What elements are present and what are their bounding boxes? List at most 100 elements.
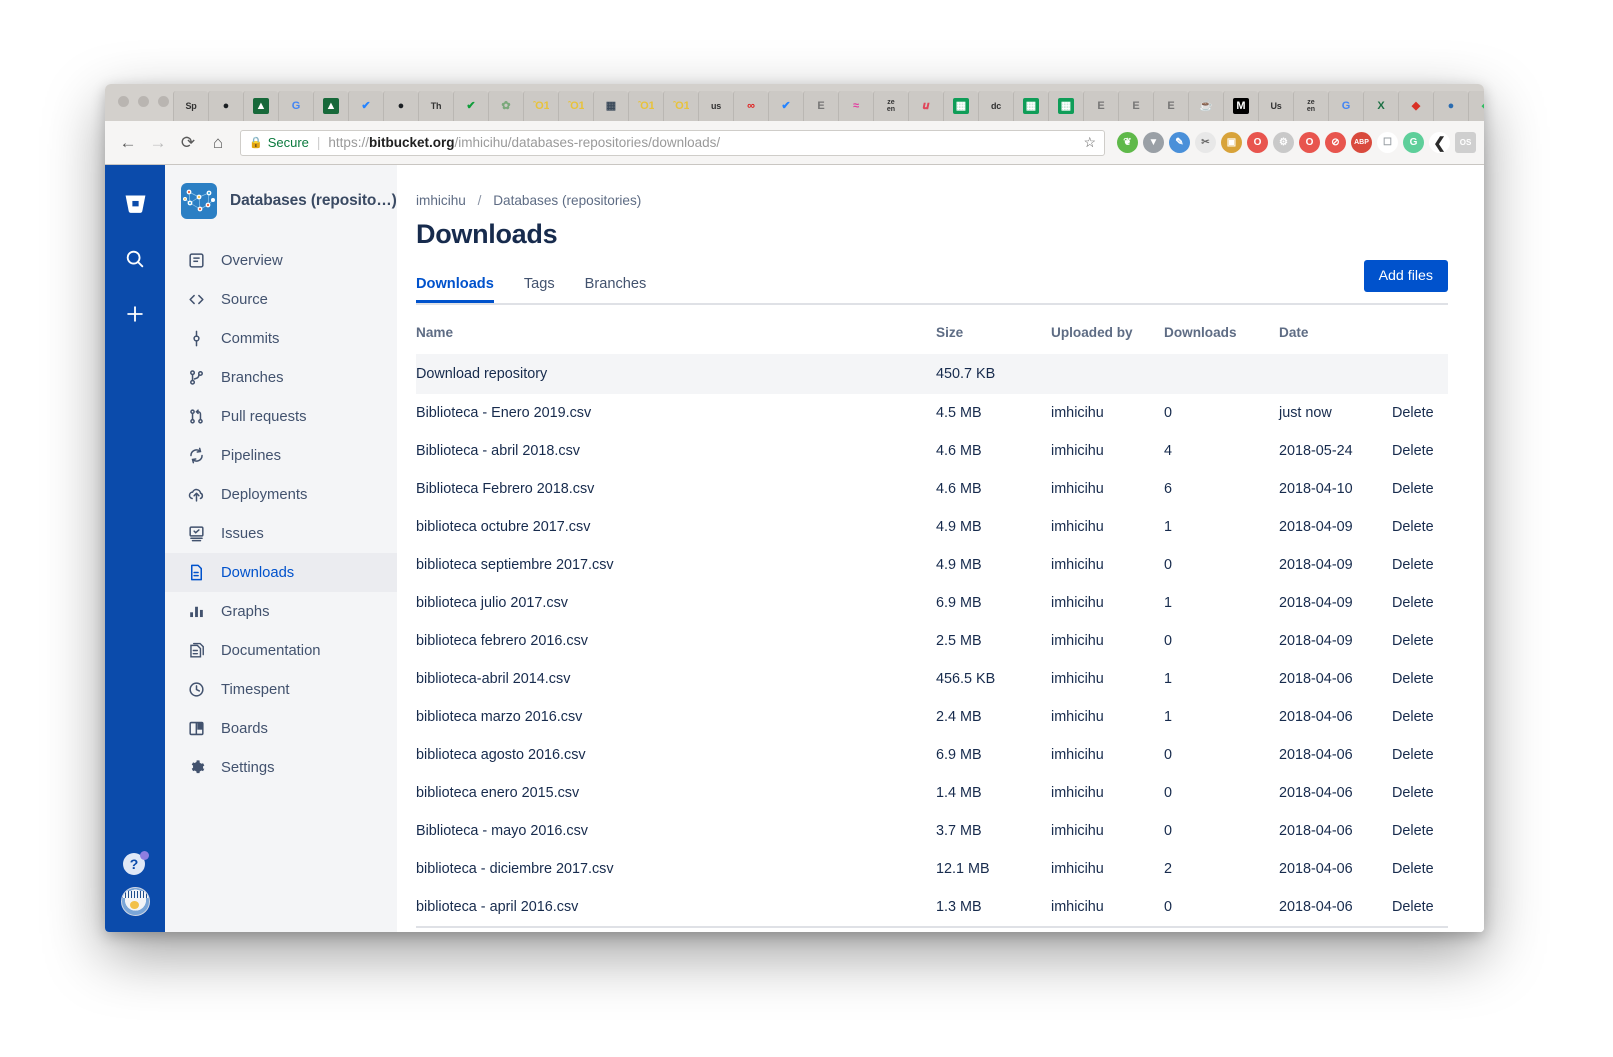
browser-tab[interactable]: X (1363, 91, 1398, 121)
table-row[interactable]: biblioteca septiembre 2017.csv 4.9 MB imhi… (416, 546, 1448, 584)
browser-tab[interactable]: ≈ (838, 91, 873, 121)
tab-tags[interactable]: Tags (524, 276, 555, 303)
cell-name[interactable]: biblioteca agosto 2016.csv (416, 736, 936, 774)
table-row[interactable]: Biblioteca - abril 2018.csv 4.6 MB imhicih… (416, 432, 1448, 470)
window-close-button[interactable] (118, 96, 129, 107)
browser-tab[interactable]: dc (978, 91, 1013, 121)
table-row[interactable]: Biblioteca - mayo 2016.csv 3.7 MB imhicihu… (416, 812, 1448, 850)
sidebar-item-graphs[interactable]: Graphs (165, 592, 397, 631)
pocket-extension-icon[interactable]: ▼ (1143, 132, 1164, 153)
browser-tab[interactable]: Us (1258, 91, 1293, 121)
window-traffic-lights[interactable] (118, 96, 169, 107)
browser-tab[interactable]: ✔ (348, 91, 383, 121)
column-header-uploaded-by[interactable]: Uploaded by (1051, 319, 1164, 354)
browser-tab[interactable]: ● (383, 91, 418, 121)
clipper-extension-icon[interactable]: ✂ (1195, 132, 1216, 153)
sidebar-item-pull-requests[interactable]: Pull requests (165, 397, 397, 436)
back-button[interactable]: ← (113, 128, 143, 158)
forward-button[interactable]: → (143, 128, 173, 158)
cell-delete-link[interactable]: Delete (1392, 736, 1448, 774)
browser-tab[interactable]: ▲ (243, 91, 278, 121)
sidebar-item-boards[interactable]: Boards (165, 709, 397, 748)
cell-name[interactable]: biblioteca-abril 2014.csv (416, 660, 936, 698)
browser-tab[interactable]: Ὂ1 (628, 91, 663, 121)
browser-tab[interactable]: ▲ (313, 91, 348, 121)
cell-delete-link[interactable]: Delete (1392, 850, 1448, 888)
cell-name[interactable]: biblioteca febrero 2016.csv (416, 622, 936, 660)
table-row[interactable]: biblioteca marzo 2016.csv 2.4 MB imhicihu 1… (416, 698, 1448, 736)
home-button[interactable]: ⌂ (203, 128, 233, 158)
cell-name[interactable]: biblioteca octubre 2017.csv (416, 508, 936, 546)
cell-name[interactable]: Biblioteca - mayo 2016.csv (416, 812, 936, 850)
browser-tab[interactable]: ze en (1293, 91, 1328, 121)
bookmark-star-icon[interactable]: ☆ (1075, 134, 1096, 151)
address-bar[interactable]: 🔒 Secure | https://bitbucket.org/imhicih… (240, 130, 1105, 156)
browser-tab[interactable]: ● (1433, 91, 1468, 121)
column-header-date[interactable]: Date (1279, 319, 1392, 354)
column-header-downloads[interactable]: Downloads (1164, 319, 1279, 354)
table-row[interactable]: biblioteca - april 2016.csv 1.3 MB imhicih… (416, 888, 1448, 927)
browser-tab[interactable]: ✿ (488, 91, 523, 121)
cell-delete-link[interactable]: Delete (1392, 622, 1448, 660)
browser-tab[interactable]: ▦ (1048, 91, 1083, 121)
gear-extension-icon[interactable]: ⚙ (1273, 132, 1294, 153)
browser-tab[interactable]: 𝒖 (908, 91, 943, 121)
browser-tab[interactable]: Ὂ1 (663, 91, 698, 121)
reload-button[interactable]: ⟳ (173, 128, 203, 158)
table-row-download-repository[interactable]: Download repository 450.7 KB (416, 354, 1448, 394)
cell-name[interactable]: biblioteca julio 2017.csv (416, 584, 936, 622)
browser-tab[interactable]: Ὂ1 (558, 91, 593, 121)
cell-name[interactable]: biblioteca - april 2016.csv (416, 888, 936, 927)
table-row[interactable]: biblioteca octubre 2017.csv 4.9 MB imhicih… (416, 508, 1448, 546)
breadcrumb-repo[interactable]: Databases (repositories) (493, 193, 641, 208)
browser-tab[interactable]: ✔ (453, 91, 488, 121)
browser-tab[interactable]: ▦ (593, 91, 628, 121)
window-minimize-button[interactable] (138, 96, 149, 107)
cell-delete-link[interactable]: Delete (1392, 394, 1448, 432)
screenshot-extension-icon[interactable]: ☐ (1377, 132, 1398, 153)
browser-tab[interactable]: Sp (173, 91, 208, 121)
image-extension-icon[interactable]: ▣ (1221, 132, 1242, 153)
cell-name[interactable]: biblioteca - diciembre 2017.csv (416, 850, 936, 888)
browser-tab[interactable]: Ὂ1 (523, 91, 558, 121)
column-header-name[interactable]: Name (416, 319, 936, 354)
opera-red-extension-icon[interactable]: O (1299, 132, 1320, 153)
search-icon[interactable] (118, 242, 152, 276)
cell-delete-link[interactable]: Delete (1392, 584, 1448, 622)
adblock-extension-icon[interactable]: ABP (1351, 132, 1372, 153)
sidebar-item-commits[interactable]: Commits (165, 319, 397, 358)
sidebar-item-overview[interactable]: Overview (165, 241, 397, 280)
browser-tab[interactable]: M (1223, 91, 1258, 121)
sidebar-item-branches[interactable]: Branches (165, 358, 397, 397)
browser-tab[interactable]: G (1328, 91, 1363, 121)
browser-tab[interactable]: ▦ (943, 91, 978, 121)
browser-tab[interactable]: G (278, 91, 313, 121)
cell-delete-link[interactable]: Delete (1392, 660, 1448, 698)
sidebar-item-source[interactable]: Source (165, 280, 397, 319)
noads-extension-icon[interactable]: ⊘ (1325, 132, 1346, 153)
cell-delete-link[interactable]: Delete (1392, 508, 1448, 546)
sidebar-item-deployments[interactable]: Deployments (165, 475, 397, 514)
table-row[interactable]: biblioteca - diciembre 2017.csv 12.1 MB im… (416, 850, 1448, 888)
add-files-button[interactable]: Add files (1364, 260, 1448, 292)
browser-tab[interactable]: us (698, 91, 733, 121)
cell-name[interactable]: Biblioteca Febrero 2018.csv (416, 470, 936, 508)
browser-tab[interactable]: ∞ (733, 91, 768, 121)
table-row[interactable]: biblioteca agosto 2016.csv 6.9 MB imhicihu… (416, 736, 1448, 774)
repository-header[interactable]: Databases (reposito…) (165, 183, 397, 219)
browser-tab[interactable]: ὜E (1083, 91, 1118, 121)
browser-tab[interactable]: ὜E (803, 91, 838, 121)
browser-tab[interactable]: ● (208, 91, 243, 121)
browser-tab[interactable]: ◆ (1468, 91, 1484, 121)
sidebar-item-settings[interactable]: Settings (165, 748, 397, 787)
chevron-left-icon[interactable]: ❮ (1429, 132, 1450, 153)
browser-tab[interactable]: ze en (873, 91, 908, 121)
grammarly-extension-icon[interactable]: G (1403, 132, 1424, 153)
table-row[interactable]: biblioteca-abril 2014.csv 456.5 KB imhicih… (416, 660, 1448, 698)
bitbucket-logo-icon[interactable] (118, 187, 152, 221)
cell-name[interactable]: biblioteca enero 2015.csv (416, 774, 936, 812)
evernote-extension-icon[interactable]: ❦ (1117, 132, 1138, 153)
cell-name[interactable]: Biblioteca - Enero 2019.csv (416, 394, 936, 432)
cell-delete-link[interactable]: Delete (1392, 470, 1448, 508)
sidebar-item-downloads[interactable]: Downloads (165, 553, 397, 592)
